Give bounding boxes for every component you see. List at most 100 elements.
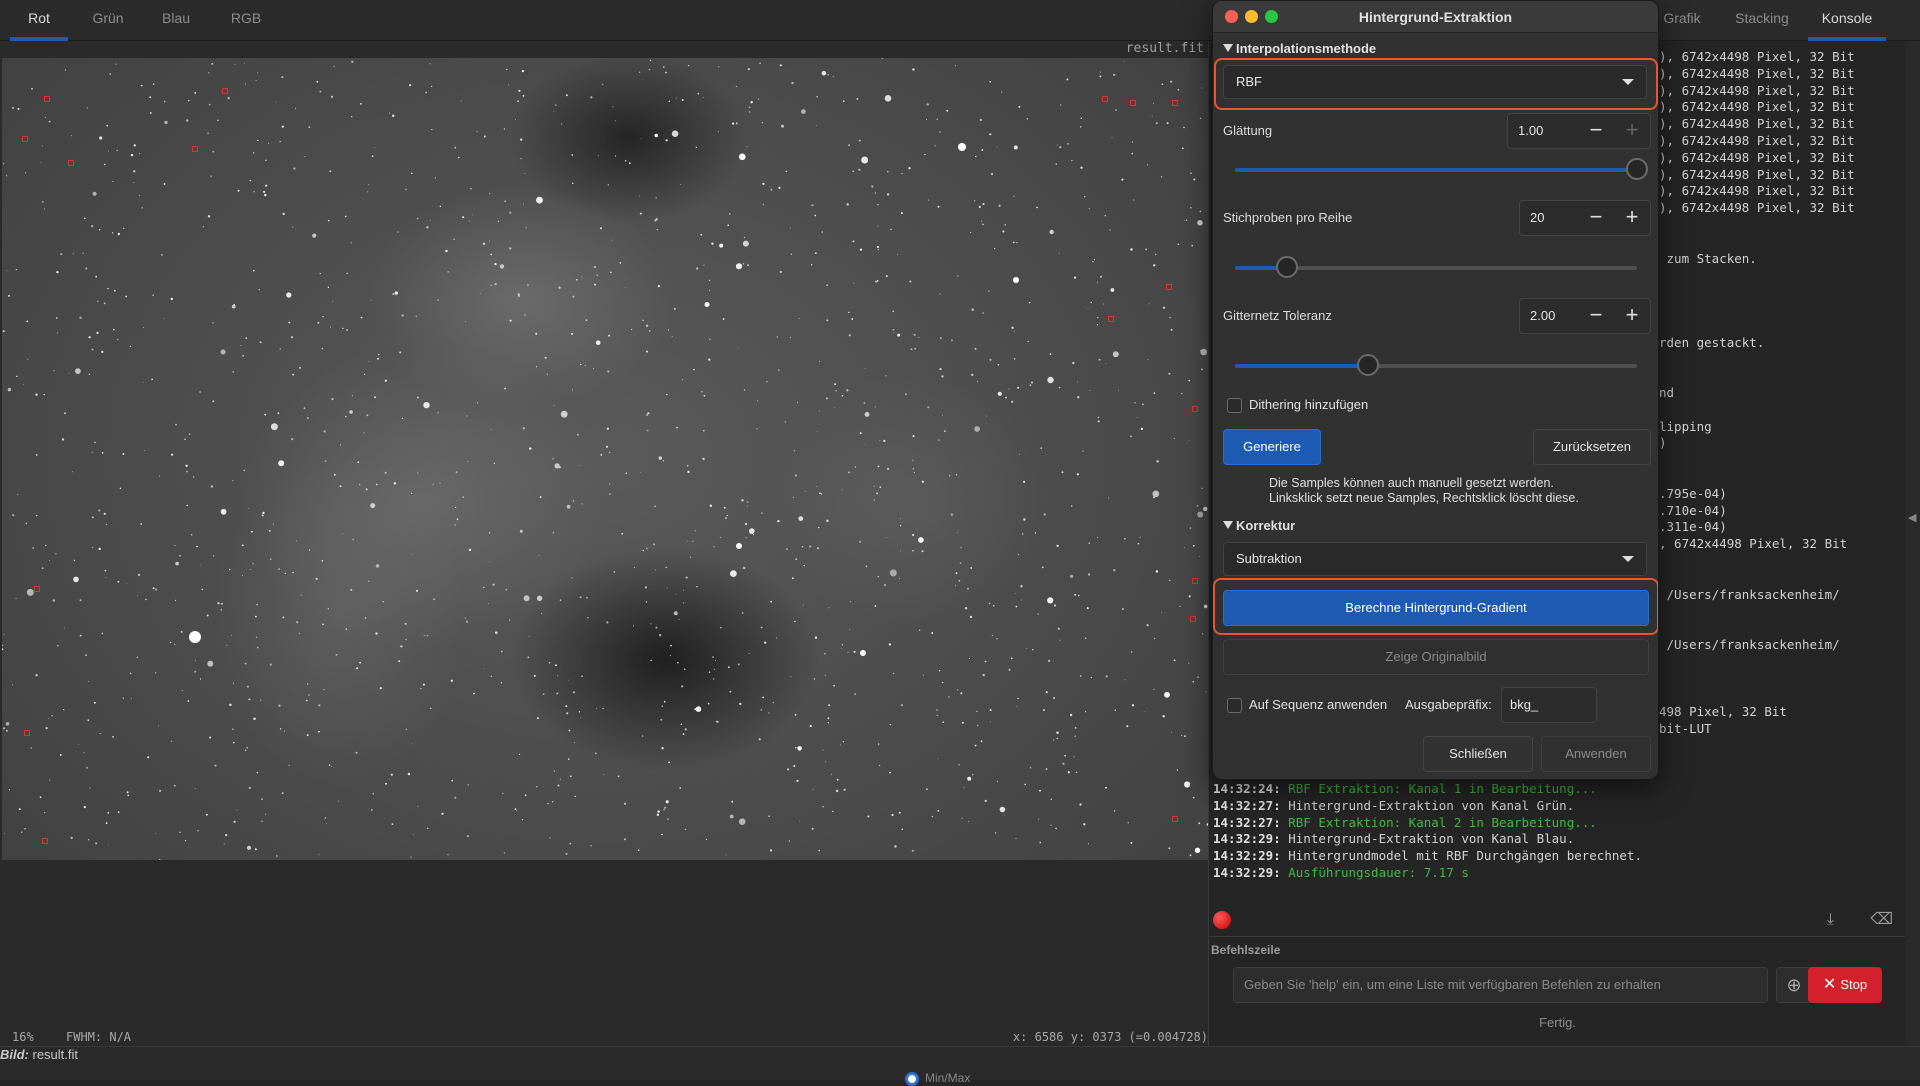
- star: [1127, 822, 1129, 824]
- star: [489, 561, 491, 563]
- sample-marker[interactable]: [22, 136, 28, 142]
- sample-marker[interactable]: [1130, 100, 1136, 106]
- star: [1147, 164, 1149, 166]
- command-help-icon[interactable]: ⊕: [1776, 967, 1812, 1003]
- star: [864, 444, 866, 446]
- sample-marker[interactable]: [1108, 316, 1114, 322]
- star: [581, 503, 583, 505]
- star: [1203, 506, 1208, 512]
- minmax-option[interactable]: Min/Max: [905, 1071, 970, 1086]
- tolerance-increase-button[interactable]: +: [1614, 299, 1650, 333]
- star: [350, 242, 352, 244]
- sample-marker[interactable]: [192, 146, 198, 152]
- sample-marker[interactable]: [1166, 284, 1172, 290]
- star: [875, 280, 877, 283]
- star: [202, 226, 204, 228]
- smoothing-slider[interactable]: [1235, 158, 1648, 180]
- close-button[interactable]: Schließen: [1423, 736, 1533, 772]
- smoothing-spinbox[interactable]: 1.00 − +: [1507, 113, 1651, 149]
- correction-section-header[interactable]: Korrektur: [1223, 518, 1295, 533]
- star: [504, 200, 507, 202]
- star: [886, 193, 890, 196]
- star: [417, 805, 419, 807]
- sample-marker[interactable]: [24, 730, 30, 736]
- star: [35, 454, 38, 456]
- clear-log-icon[interactable]: ⌫: [1870, 911, 1893, 928]
- samples-slider[interactable]: [1235, 256, 1637, 278]
- dithering-checkbox[interactable]: [1227, 398, 1242, 413]
- star: [1097, 416, 1100, 419]
- samples-increase-button[interactable]: +: [1614, 201, 1650, 235]
- tab-rgb[interactable]: RGB: [218, 0, 274, 41]
- save-log-icon[interactable]: ⤓: [1827, 911, 1834, 928]
- interpolation-select[interactable]: RBF: [1223, 65, 1647, 99]
- image-viewport[interactable]: result.fit: [0, 41, 1208, 1046]
- sample-marker[interactable]: [222, 88, 228, 94]
- side-expander[interactable]: ◀: [1905, 41, 1920, 1046]
- tab-rot[interactable]: Rot: [10, 0, 68, 41]
- tolerance-decrease-button[interactable]: −: [1578, 299, 1614, 333]
- tolerance-value[interactable]: 2.00: [1530, 299, 1555, 333]
- star: [322, 316, 324, 318]
- tab-gruen[interactable]: Grün: [80, 0, 136, 41]
- sample-marker[interactable]: [44, 96, 50, 102]
- star: [815, 252, 817, 254]
- star: [319, 90, 322, 93]
- disclosure-triangle-icon[interactable]: [1223, 521, 1233, 529]
- smoothing-increase-button[interactable]: +: [1614, 114, 1650, 148]
- record-icon[interactable]: [1213, 911, 1231, 929]
- astro-image[interactable]: [2, 58, 1208, 860]
- smoothing-value[interactable]: 1.00: [1518, 114, 1543, 148]
- star: [901, 828, 903, 830]
- star: [1184, 220, 1185, 222]
- star: [690, 556, 692, 558]
- sample-marker[interactable]: [1172, 816, 1178, 822]
- tab-grafik[interactable]: Grafik: [1652, 0, 1712, 41]
- sample-marker[interactable]: [1190, 616, 1196, 622]
- expand-arrow-icon[interactable]: ◀: [1908, 511, 1916, 524]
- smoothing-slider-handle[interactable]: [1626, 158, 1648, 180]
- smoothing-decrease-button[interactable]: −: [1578, 114, 1614, 148]
- star: [1073, 756, 1075, 758]
- show-original-button[interactable]: Zeige Originalbild: [1223, 639, 1649, 675]
- tolerance-spinbox[interactable]: 2.00 − +: [1519, 298, 1651, 334]
- generate-button[interactable]: Generiere: [1223, 429, 1321, 465]
- star: [657, 810, 660, 813]
- tolerance-slider[interactable]: [1235, 354, 1637, 376]
- minmax-radio-icon[interactable]: [905, 1071, 919, 1086]
- samples-value[interactable]: 20: [1530, 201, 1544, 235]
- star: [439, 205, 442, 208]
- sample-marker[interactable]: [34, 586, 40, 592]
- star: [676, 426, 678, 429]
- stop-button[interactable]: ✕ Stop: [1808, 967, 1882, 1003]
- sample-marker[interactable]: [42, 838, 48, 844]
- compute-gradient-button[interactable]: Berechne Hintergrund-Gradient: [1223, 590, 1649, 626]
- correction-select[interactable]: Subtraktion: [1223, 542, 1647, 576]
- apply-sequence-checkbox[interactable]: [1227, 698, 1242, 713]
- reset-button[interactable]: Zurücksetzen: [1533, 429, 1651, 465]
- command-input[interactable]: Geben Sie 'help' ein, um eine Liste mit …: [1233, 967, 1768, 1003]
- sample-marker[interactable]: [1192, 578, 1198, 584]
- star: [742, 240, 749, 247]
- star: [772, 702, 774, 704]
- sample-marker[interactable]: [1172, 100, 1178, 106]
- sample-marker[interactable]: [1102, 96, 1108, 102]
- apply-button[interactable]: Anwenden: [1541, 736, 1651, 772]
- prefix-input[interactable]: bkg_: [1501, 687, 1597, 723]
- tolerance-slider-handle[interactable]: [1356, 354, 1379, 376]
- interpolation-section-header[interactable]: Interpolationsmethode: [1223, 41, 1376, 56]
- tab-blau[interactable]: Blau: [148, 0, 204, 41]
- star: [574, 795, 576, 798]
- star: [70, 836, 73, 840]
- samples-slider-handle[interactable]: [1276, 256, 1299, 278]
- star: [207, 215, 211, 218]
- sample-marker[interactable]: [1192, 406, 1198, 412]
- tab-stacking[interactable]: Stacking: [1722, 0, 1802, 41]
- samples-spinbox[interactable]: 20 − +: [1519, 200, 1651, 236]
- samples-decrease-button[interactable]: −: [1578, 201, 1614, 235]
- disclosure-triangle-icon[interactable]: [1223, 44, 1233, 52]
- sample-marker[interactable]: [68, 160, 74, 166]
- star: [366, 414, 369, 417]
- tab-konsole[interactable]: Konsole: [1808, 0, 1886, 41]
- dialog-titlebar[interactable]: Hintergrund-Extraktion: [1213, 1, 1658, 33]
